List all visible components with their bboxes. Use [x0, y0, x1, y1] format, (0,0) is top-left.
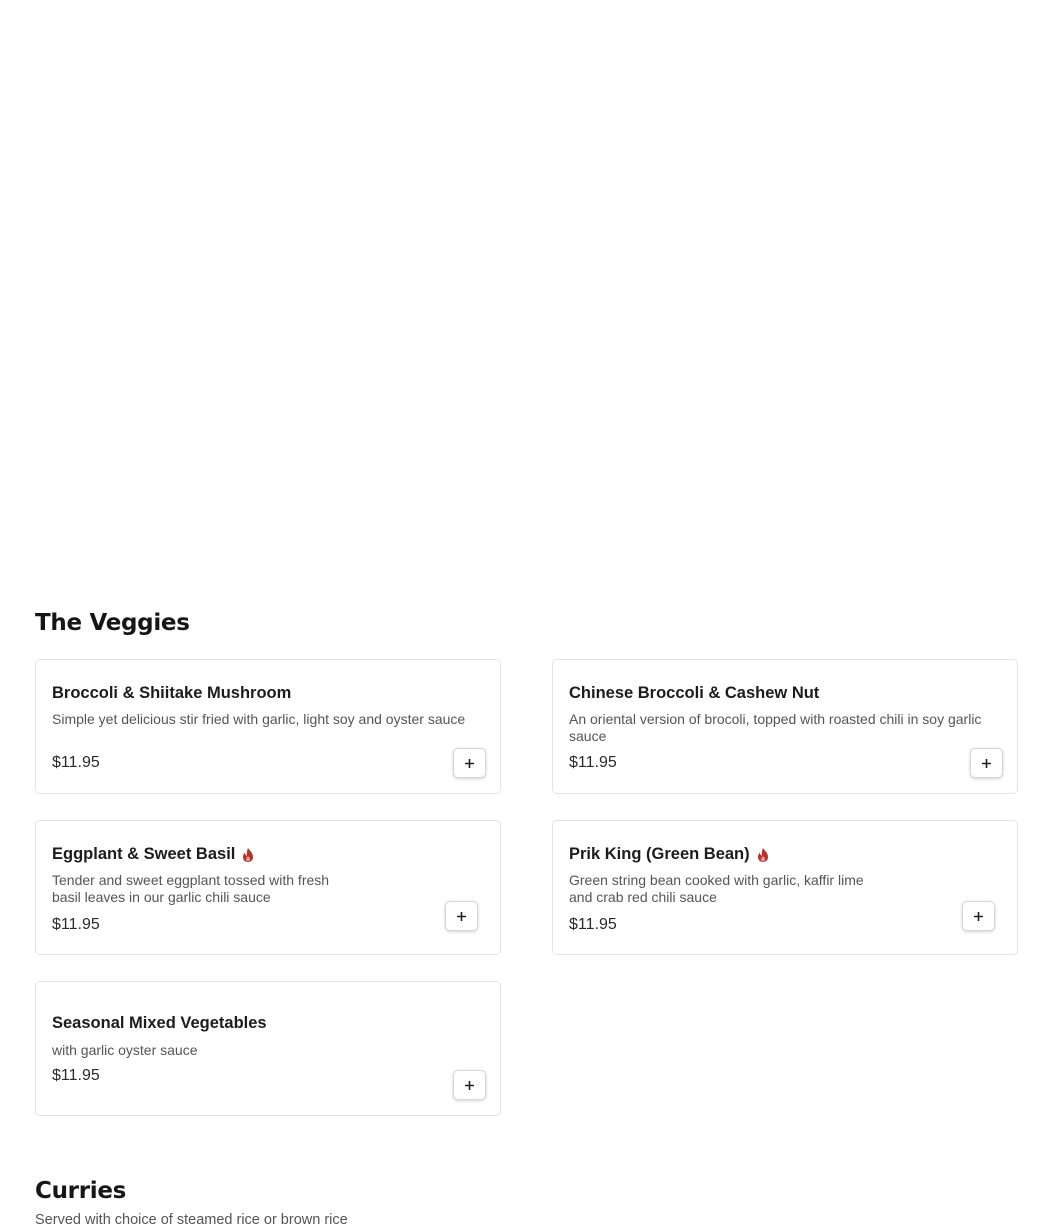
menu-item-price: $11.95 [52, 754, 100, 771]
menu-item-card[interactable]: Seasonal Mixed Vegetables with garlic oy… [35, 981, 501, 1116]
menu-item-name: Broccoli & Shiitake Mushroom [52, 684, 291, 703]
menu-item-price: $11.95 [52, 916, 100, 933]
menu-item-name-text: Eggplant & Sweet Basil [52, 845, 236, 863]
menu-item-card[interactable]: Chinese Broccoli & Cashew Nut An orienta… [552, 659, 1018, 794]
section-subtitle-curries: Served with choice of steamed rice or br… [35, 1212, 348, 1228]
menu-item-name-text: Seasonal Mixed Vegetables [52, 1014, 267, 1032]
plus-icon [457, 911, 466, 921]
menu-item-description: Simple yet delicious stir fried with gar… [52, 711, 466, 727]
menu-item-name-text: Broccoli & Shiitake Mushroom [52, 684, 292, 702]
plus-icon [465, 758, 474, 768]
menu-item-price: $11.95 [569, 754, 617, 771]
menu-item-description: Tender and sweet eggplant tossed with fr… [52, 872, 330, 905]
menu-item-name: Chinese Broccoli & Cashew Nut [569, 684, 819, 703]
section-title-veggies: The Veggies [35, 610, 190, 636]
menu-item-card[interactable]: Broccoli & Shiitake Mushroom Simple yet … [35, 659, 501, 794]
image-placeholder-area [0, 0, 1050, 600]
section-title-curries: Curries [35, 1178, 127, 1204]
menu-item-price: $11.95 [569, 916, 617, 933]
menu-item-price: $11.95 [52, 1067, 100, 1084]
add-to-cart-button[interactable] [453, 748, 486, 778]
menu-item-name-text: Chinese Broccoli & Cashew Nut [569, 684, 820, 702]
spicy-icon [756, 847, 770, 863]
menu-item-name: Seasonal Mixed Vegetables [52, 1014, 267, 1033]
add-to-cart-button[interactable] [453, 1070, 486, 1100]
add-to-cart-button[interactable] [962, 901, 995, 931]
menu-item-name: Prik King (Green Bean) [569, 845, 770, 864]
spicy-icon [241, 847, 255, 863]
menu-item-description: Green string bean cooked with garlic, ka… [569, 872, 864, 905]
plus-icon [465, 1080, 474, 1090]
menu-item-name-text: Prik King (Green Bean) [569, 845, 750, 863]
menu-item-description: with garlic oyster sauce [52, 1042, 198, 1058]
add-to-cart-button[interactable] [445, 901, 478, 931]
plus-icon [982, 758, 991, 768]
menu-item-name: Eggplant & Sweet Basil [52, 845, 255, 864]
plus-icon [974, 911, 983, 921]
add-to-cart-button[interactable] [970, 748, 1003, 778]
menu-item-card[interactable]: Prik King (Green Bean) Green string bean… [552, 820, 1018, 955]
menu-item-card[interactable]: Eggplant & Sweet Basil Tender and sweet … [35, 820, 501, 955]
menu-item-description: An oriental version of brocoli, topped w… [569, 711, 982, 744]
